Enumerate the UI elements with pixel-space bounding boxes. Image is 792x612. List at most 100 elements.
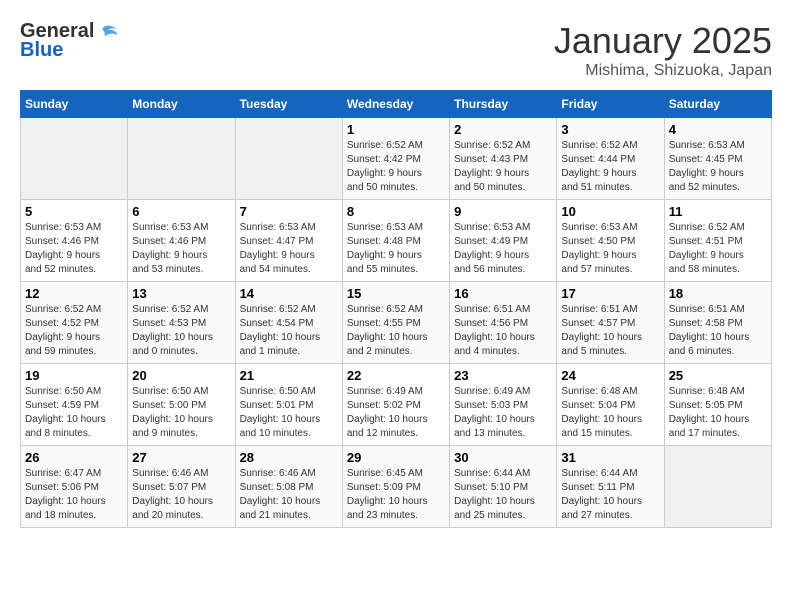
day-cell: 31 Sunrise: 6:44 AM Sunset: 5:11 PM Dayli… — [557, 446, 664, 528]
column-header-monday: Monday — [128, 91, 235, 118]
day-info: Sunrise: 6:50 AM Sunset: 5:00 PM Dayligh… — [132, 385, 230, 441]
calendar-table: SundayMondayTuesdayWednesdayThursdayFrid… — [20, 90, 772, 528]
day-number: 11 — [669, 204, 767, 219]
day-cell: 26 Sunrise: 6:47 AM Sunset: 5:06 PM Dayli… — [21, 446, 128, 528]
column-header-friday: Friday — [557, 91, 664, 118]
day-number: 18 — [669, 286, 767, 301]
day-number: 13 — [132, 286, 230, 301]
day-number: 29 — [347, 450, 445, 465]
day-number: 5 — [25, 204, 123, 219]
day-number: 28 — [240, 450, 338, 465]
day-info: Sunrise: 6:44 AM Sunset: 5:11 PM Dayligh… — [561, 467, 659, 523]
day-cell: 9 Sunrise: 6:53 AM Sunset: 4:49 PM Daylig… — [450, 200, 557, 282]
day-cell: 5Sunrise: 6:53 AM Sunset: 4:46 PM Daylig… — [21, 200, 128, 282]
day-cell: 12 Sunrise: 6:52 AM Sunset: 4:52 PM Dayli… — [21, 282, 128, 364]
day-cell: 17Sunrise: 6:51 AM Sunset: 4:57 PM Dayli… — [557, 282, 664, 364]
day-info: Sunrise: 6:49 AM Sunset: 5:02 PM Dayligh… — [347, 385, 445, 441]
column-header-tuesday: Tuesday — [235, 91, 342, 118]
day-cell: 27 Sunrise: 6:46 AM Sunset: 5:07 PM Dayli… — [128, 446, 235, 528]
day-number: 1 — [347, 122, 445, 137]
day-cell: 10 Sunrise: 6:53 AM Sunset: 4:50 PM Dayli… — [557, 200, 664, 282]
day-cell: 21 Sunrise: 6:50 AM Sunset: 5:01 PM Dayli… — [235, 364, 342, 446]
day-info: Sunrise: 6:46 AM Sunset: 5:07 PM Dayligh… — [132, 467, 230, 523]
day-info: Sunrise: 6:53 AM Sunset: 4:47 PM Dayligh… — [240, 221, 338, 277]
day-number: 24 — [561, 368, 659, 383]
day-cell: 18 Sunrise: 6:51 AM Sunset: 4:58 PM Dayli… — [664, 282, 771, 364]
day-info: Sunrise: 6:50 AM Sunset: 4:59 PM Dayligh… — [25, 385, 123, 441]
day-info: Sunrise: 6:53 AM Sunset: 4:45 PM Dayligh… — [669, 139, 767, 195]
day-number: 30 — [454, 450, 552, 465]
day-info: Sunrise: 6:48 AM Sunset: 5:05 PM Dayligh… — [669, 385, 767, 441]
day-cell: 14Sunrise: 6:52 AM Sunset: 4:54 PM Dayli… — [235, 282, 342, 364]
day-info: Sunrise: 6:52 AM Sunset: 4:51 PM Dayligh… — [669, 221, 767, 277]
logo-bird-icon — [96, 23, 118, 41]
day-cell: 23Sunrise: 6:49 AM Sunset: 5:03 PM Dayli… — [450, 364, 557, 446]
day-info: Sunrise: 6:48 AM Sunset: 5:04 PM Dayligh… — [561, 385, 659, 441]
day-number: 4 — [669, 122, 767, 137]
day-info: Sunrise: 6:53 AM Sunset: 4:49 PM Dayligh… — [454, 221, 552, 277]
column-header-thursday: Thursday — [450, 91, 557, 118]
day-cell: 25 Sunrise: 6:48 AM Sunset: 5:05 PM Dayli… — [664, 364, 771, 446]
day-number: 3 — [561, 122, 659, 137]
header: General Blue January 2025 Mishima, Shizu… — [20, 20, 772, 80]
day-info: Sunrise: 6:45 AM Sunset: 5:09 PM Dayligh… — [347, 467, 445, 523]
day-number: 10 — [561, 204, 659, 219]
day-cell: 22 Sunrise: 6:49 AM Sunset: 5:02 PM Dayli… — [342, 364, 449, 446]
day-cell: 6 Sunrise: 6:53 AM Sunset: 4:46 PM Daylig… — [128, 200, 235, 282]
day-info: Sunrise: 6:52 AM Sunset: 4:43 PM Dayligh… — [454, 139, 552, 195]
logo-blue: Blue — [20, 39, 118, 62]
day-info: Sunrise: 6:52 AM Sunset: 4:55 PM Dayligh… — [347, 303, 445, 359]
week-row-5: 26 Sunrise: 6:47 AM Sunset: 5:06 PM Dayli… — [21, 446, 772, 528]
day-info: Sunrise: 6:53 AM Sunset: 4:50 PM Dayligh… — [561, 221, 659, 277]
day-number: 23 — [454, 368, 552, 383]
day-cell — [664, 446, 771, 528]
day-number: 20 — [132, 368, 230, 383]
day-info: Sunrise: 6:53 AM Sunset: 4:46 PM Dayligh… — [132, 221, 230, 277]
day-cell: 16 Sunrise: 6:51 AM Sunset: 4:56 PM Dayli… — [450, 282, 557, 364]
day-cell: 30 Sunrise: 6:44 AM Sunset: 5:10 PM Dayli… — [450, 446, 557, 528]
day-number: 16 — [454, 286, 552, 301]
month-title: January 2025 — [554, 20, 772, 62]
day-number: 21 — [240, 368, 338, 383]
location: Mishima, Shizuoka, Japan — [554, 62, 772, 80]
week-row-3: 12 Sunrise: 6:52 AM Sunset: 4:52 PM Dayli… — [21, 282, 772, 364]
day-info: Sunrise: 6:44 AM Sunset: 5:10 PM Dayligh… — [454, 467, 552, 523]
day-number: 25 — [669, 368, 767, 383]
header-row: SundayMondayTuesdayWednesdayThursdayFrid… — [21, 91, 772, 118]
day-info: Sunrise: 6:52 AM Sunset: 4:44 PM Dayligh… — [561, 139, 659, 195]
day-number: 14 — [240, 286, 338, 301]
day-cell — [21, 118, 128, 200]
day-info: Sunrise: 6:51 AM Sunset: 4:57 PM Dayligh… — [561, 303, 659, 359]
day-number: 19 — [25, 368, 123, 383]
day-number: 15 — [347, 286, 445, 301]
title-area: January 2025 Mishima, Shizuoka, Japan — [554, 20, 772, 80]
day-cell: 24 Sunrise: 6:48 AM Sunset: 5:04 PM Dayli… — [557, 364, 664, 446]
day-info: Sunrise: 6:51 AM Sunset: 4:56 PM Dayligh… — [454, 303, 552, 359]
day-cell — [235, 118, 342, 200]
day-number: 31 — [561, 450, 659, 465]
week-row-1: 1Sunrise: 6:52 AM Sunset: 4:42 PM Daylig… — [21, 118, 772, 200]
day-info: Sunrise: 6:52 AM Sunset: 4:53 PM Dayligh… — [132, 303, 230, 359]
day-number: 26 — [25, 450, 123, 465]
day-number: 8 — [347, 204, 445, 219]
day-number: 27 — [132, 450, 230, 465]
day-info: Sunrise: 6:50 AM Sunset: 5:01 PM Dayligh… — [240, 385, 338, 441]
column-header-wednesday: Wednesday — [342, 91, 449, 118]
column-header-sunday: Sunday — [21, 91, 128, 118]
day-info: Sunrise: 6:52 AM Sunset: 4:52 PM Dayligh… — [25, 303, 123, 359]
day-number: 9 — [454, 204, 552, 219]
day-number: 22 — [347, 368, 445, 383]
day-info: Sunrise: 6:47 AM Sunset: 5:06 PM Dayligh… — [25, 467, 123, 523]
day-cell — [128, 118, 235, 200]
day-info: Sunrise: 6:46 AM Sunset: 5:08 PM Dayligh… — [240, 467, 338, 523]
day-cell: 4 Sunrise: 6:53 AM Sunset: 4:45 PM Daylig… — [664, 118, 771, 200]
day-info: Sunrise: 6:51 AM Sunset: 4:58 PM Dayligh… — [669, 303, 767, 359]
day-info: Sunrise: 6:53 AM Sunset: 4:48 PM Dayligh… — [347, 221, 445, 277]
day-cell: 11 Sunrise: 6:52 AM Sunset: 4:51 PM Dayli… — [664, 200, 771, 282]
day-cell: 7Sunrise: 6:53 AM Sunset: 4:47 PM Daylig… — [235, 200, 342, 282]
day-cell: 13 Sunrise: 6:52 AM Sunset: 4:53 PM Dayli… — [128, 282, 235, 364]
day-number: 12 — [25, 286, 123, 301]
week-row-4: 19 Sunrise: 6:50 AM Sunset: 4:59 PM Dayli… — [21, 364, 772, 446]
day-number: 6 — [132, 204, 230, 219]
day-cell: 19 Sunrise: 6:50 AM Sunset: 4:59 PM Dayli… — [21, 364, 128, 446]
